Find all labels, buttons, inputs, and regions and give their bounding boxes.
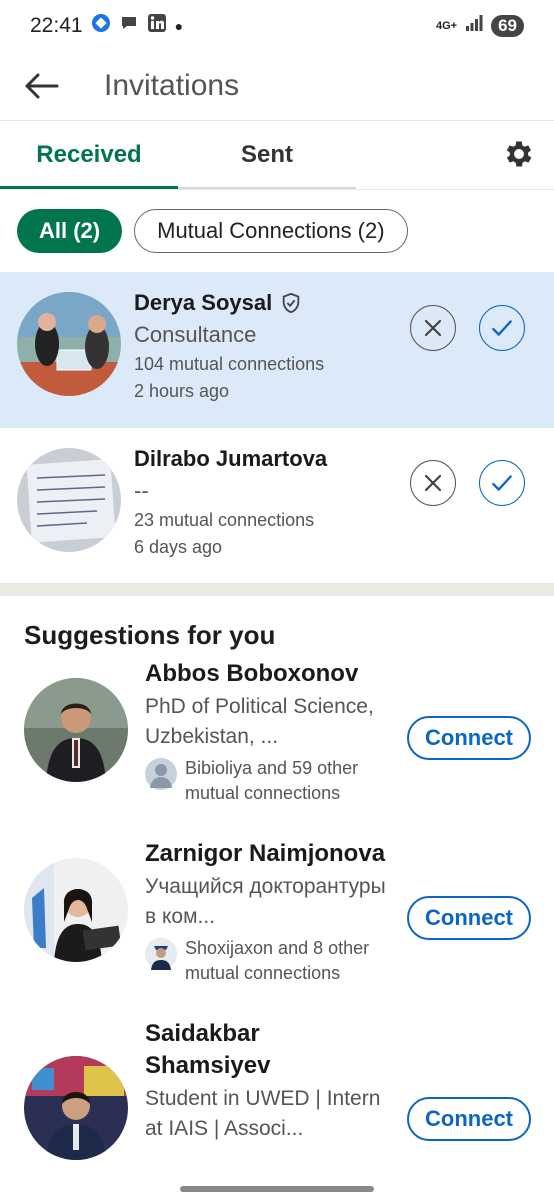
network-indicator: 4G+: [435, 20, 458, 32]
suggestion-card[interactable]: Saidakbar Shamsiyev Student in UWED | In…: [0, 1018, 554, 1198]
mutual-avatar: [145, 938, 177, 970]
suggestion-info: Saidakbar Shamsiyev Student in UWED | In…: [145, 1018, 390, 1144]
suggestion-card[interactable]: Abbos Boboxonov PhD of Political Science…: [0, 658, 554, 838]
app-notification-icon: [91, 13, 111, 39]
suggestion-headline: PhD of Political Science, Uzbekistan, ..…: [145, 695, 374, 748]
verified-shield-icon: [282, 292, 300, 314]
section-divider: [0, 584, 554, 596]
page-title: Invitations: [104, 69, 240, 102]
chat-notification-icon: [119, 13, 139, 39]
mutual-connections: 23 mutual connections: [134, 510, 315, 530]
connect-button[interactable]: Connect: [407, 716, 531, 760]
home-indicator[interactable]: [180, 1186, 374, 1192]
time-ago: 6 days ago: [134, 537, 223, 557]
mutual-connections: 104 mutual connections: [134, 354, 325, 374]
mutual-row: Shoxijaxon and 8 other mutual connection…: [145, 936, 390, 986]
filter-mutual-connections[interactable]: Mutual Connections (2): [134, 209, 408, 253]
ignore-button[interactable]: [410, 305, 456, 351]
signal-icon: [465, 14, 483, 38]
filter-bar: All (2) Mutual Connections (2): [0, 190, 554, 272]
settings-button[interactable]: [502, 137, 536, 171]
avatar[interactable]: [24, 678, 128, 782]
back-button[interactable]: [22, 66, 62, 106]
tab-sent[interactable]: Sent: [178, 121, 356, 189]
mutual-connections: Shoxijaxon and 8 other mutual connection…: [185, 938, 370, 983]
linkedin-notification-icon: [147, 13, 167, 39]
status-bar: 22:41 ● 4G+ 69: [0, 0, 554, 52]
tab-received[interactable]: Received: [0, 121, 178, 189]
sender-headline: --: [134, 478, 149, 503]
ignore-button[interactable]: [410, 460, 456, 506]
close-icon: [424, 319, 442, 337]
close-icon: [424, 474, 442, 492]
accept-button[interactable]: [479, 460, 525, 506]
battery-level: 69: [491, 15, 524, 37]
sender-headline: Consultance: [134, 322, 257, 347]
suggestion-card[interactable]: Zarnigor Naimjonova Учащийся докторантур…: [0, 838, 554, 1018]
arrow-left-icon: [25, 73, 59, 99]
invitation-info: Derya Soysal Consultance 104 mutual conn…: [134, 290, 324, 402]
accept-button[interactable]: [479, 305, 525, 351]
sender-name[interactable]: Dilrabo Jumartova: [134, 446, 327, 472]
tab-bar: Received Sent: [0, 121, 554, 190]
avatar[interactable]: [17, 448, 121, 552]
invitation-info: Dilrabo Jumartova -- 23 mutual connectio…: [134, 446, 327, 558]
suggestion-info: Abbos Boboxonov PhD of Political Science…: [145, 658, 390, 806]
more-notifications-dot: ●: [174, 18, 184, 34]
checkmark-icon: [492, 475, 512, 491]
sender-name-row: Dilrabo Jumartova: [134, 446, 327, 472]
sender-name-row: Derya Soysal: [134, 290, 324, 316]
suggestion-name[interactable]: Abbos Boboxonov: [145, 658, 390, 690]
suggestion-name[interactable]: Zarnigor Naimjonova: [145, 838, 390, 870]
app-header: Invitations: [0, 52, 554, 121]
suggestion-headline: Учащийся докторантуры в ком...: [145, 875, 386, 928]
clock: 22:41: [30, 14, 83, 37]
time-ago: 2 hours ago: [134, 381, 230, 401]
avatar[interactable]: [24, 858, 128, 962]
checkmark-icon: [492, 320, 512, 336]
suggestion-name[interactable]: Saidakbar Shamsiyev: [145, 1018, 295, 1082]
invitation-card[interactable]: Derya Soysal Consultance 104 mutual conn…: [0, 272, 554, 428]
suggestion-info: Zarnigor Naimjonova Учащийся докторантур…: [145, 838, 390, 986]
filter-all[interactable]: All (2): [17, 209, 123, 253]
suggestions-heading: Suggestions for you: [24, 620, 276, 650]
connect-button[interactable]: Connect: [407, 1097, 531, 1141]
suggestion-headline: Student in UWED | Intern at IAIS | Assoc…: [145, 1087, 381, 1140]
avatar[interactable]: [17, 292, 121, 396]
sender-name[interactable]: Derya Soysal: [134, 290, 272, 316]
mutual-connections: Bibioliya and 59 other mutual connection…: [185, 758, 359, 803]
connect-button[interactable]: Connect: [407, 896, 531, 940]
avatar[interactable]: [24, 1056, 128, 1160]
invitation-card[interactable]: Dilrabo Jumartova -- 23 mutual connectio…: [0, 428, 554, 584]
mutual-row: Bibioliya and 59 other mutual connection…: [145, 756, 390, 806]
mutual-avatar: [145, 758, 177, 790]
gear-icon: [506, 141, 532, 167]
